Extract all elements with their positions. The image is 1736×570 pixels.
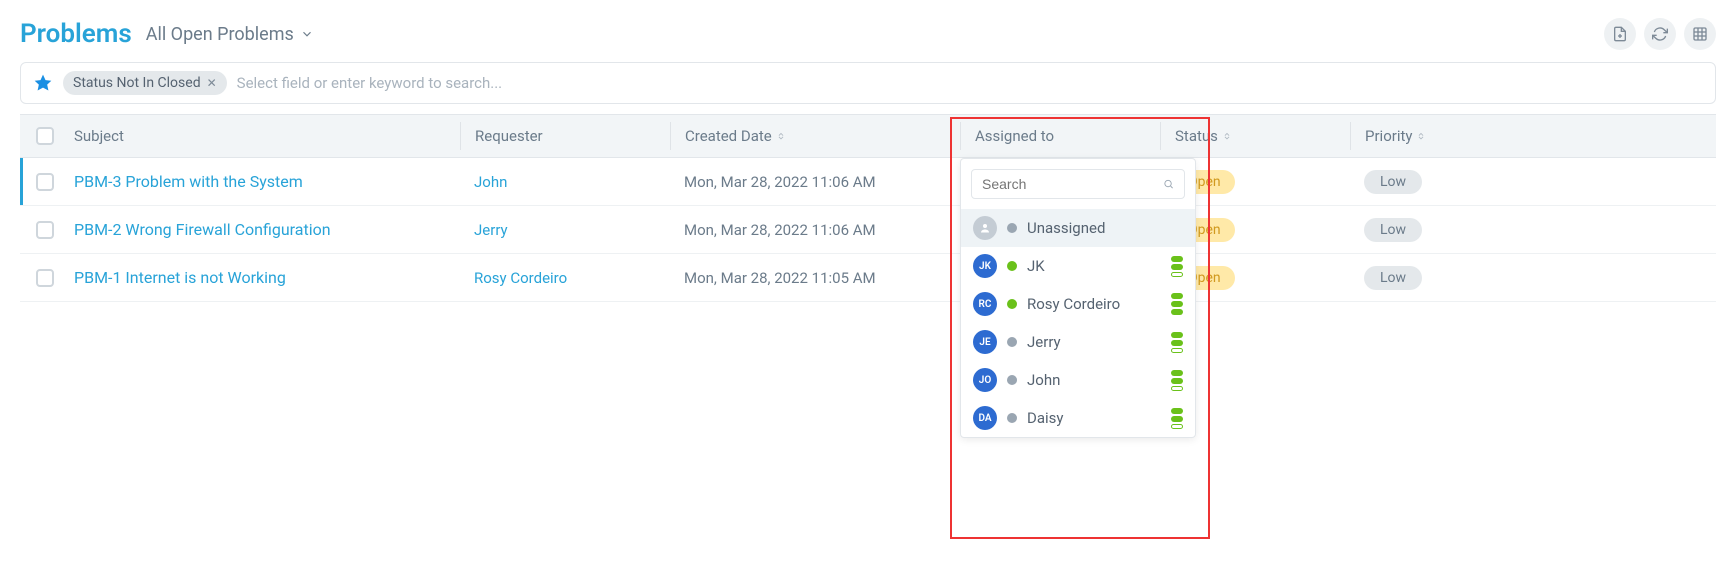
assignee-name: Daisy bbox=[1027, 409, 1161, 427]
filter-dropdown[interactable]: All Open Problems bbox=[146, 24, 314, 45]
filter-label: All Open Problems bbox=[146, 24, 294, 45]
select-all-cell bbox=[20, 127, 70, 145]
avatar: JE bbox=[973, 330, 997, 354]
subject-link[interactable]: PBM-3 Problem with the System bbox=[74, 172, 303, 191]
col-status[interactable]: Status bbox=[1160, 122, 1350, 150]
row-check-cell bbox=[20, 173, 70, 191]
capacity-indicator bbox=[1171, 332, 1183, 353]
star-icon[interactable] bbox=[33, 73, 53, 93]
created-date: Mon, Mar 28, 2022 11:06 AM bbox=[684, 173, 876, 191]
assignee-name: Unassigned bbox=[1027, 219, 1183, 237]
avatar: JK bbox=[973, 254, 997, 278]
capacity-indicator bbox=[1171, 256, 1183, 277]
assignee-option[interactable]: JE Jerry bbox=[961, 323, 1195, 361]
table-row[interactable]: PBM-1 Internet is not Working Rosy Corde… bbox=[20, 254, 1716, 302]
chevron-down-icon bbox=[300, 27, 314, 41]
dropdown-search[interactable] bbox=[971, 169, 1185, 199]
assignee-option[interactable]: JK JK bbox=[961, 247, 1195, 285]
assignee-option[interactable]: JO John bbox=[961, 361, 1195, 399]
requester-link[interactable]: John bbox=[474, 173, 507, 191]
table-row[interactable]: PBM-2 Wrong Firewall Configuration Jerry… bbox=[20, 206, 1716, 254]
dropdown-search-input[interactable] bbox=[982, 176, 1163, 192]
problems-table: Subject Requester Created Date Assigned … bbox=[20, 114, 1716, 302]
table-header: Subject Requester Created Date Assigned … bbox=[20, 114, 1716, 158]
col-priority[interactable]: Priority bbox=[1350, 122, 1716, 150]
document-plus-icon bbox=[1612, 26, 1628, 42]
chip-remove[interactable]: ✕ bbox=[207, 76, 217, 90]
row-checkbox[interactable] bbox=[36, 173, 54, 191]
created-date: Mon, Mar 28, 2022 11:06 AM bbox=[684, 221, 876, 239]
sort-icon bbox=[1416, 131, 1426, 141]
col-status-label: Status bbox=[1175, 127, 1218, 145]
avatar: RC bbox=[973, 292, 997, 316]
refresh-button[interactable] bbox=[1644, 18, 1676, 50]
created-date: Mon, Mar 28, 2022 11:05 AM bbox=[684, 269, 876, 287]
chip-text: Status Not In Closed bbox=[73, 75, 201, 91]
status-dot bbox=[1007, 261, 1017, 271]
refresh-icon bbox=[1652, 26, 1668, 42]
assignee-dropdown: Unassigned JK JK RC Rosy Cordeiro JE Jer… bbox=[960, 158, 1196, 438]
header-left: Problems All Open Problems bbox=[20, 19, 314, 49]
subject-link[interactable]: PBM-2 Wrong Firewall Configuration bbox=[74, 220, 331, 239]
assignee-name: John bbox=[1027, 371, 1161, 389]
capacity-indicator bbox=[1171, 408, 1183, 429]
search-icon bbox=[1163, 176, 1174, 192]
sort-icon bbox=[1222, 131, 1232, 141]
assignee-option[interactable]: RC Rosy Cordeiro bbox=[961, 285, 1195, 323]
row-check-cell bbox=[20, 269, 70, 287]
assignee-name: JK bbox=[1027, 257, 1161, 275]
filter-chip[interactable]: Status Not In Closed ✕ bbox=[63, 71, 227, 95]
avatar: JO bbox=[973, 368, 997, 392]
assignee-option[interactable]: Unassigned bbox=[961, 209, 1195, 247]
status-dot bbox=[1007, 375, 1017, 385]
row-checkbox[interactable] bbox=[36, 269, 54, 287]
page-title: Problems bbox=[20, 19, 132, 49]
status-dot bbox=[1007, 299, 1017, 309]
grid-icon bbox=[1692, 26, 1708, 42]
priority-badge: Low bbox=[1364, 218, 1422, 242]
row-checkbox[interactable] bbox=[36, 221, 54, 239]
row-check-cell bbox=[20, 221, 70, 239]
subject-link[interactable]: PBM-1 Internet is not Working bbox=[74, 268, 286, 287]
sort-icon bbox=[776, 131, 786, 141]
capacity-indicator bbox=[1171, 293, 1183, 315]
col-created-label: Created Date bbox=[685, 127, 772, 145]
search-input[interactable]: Select field or enter keyword to search.… bbox=[237, 74, 1703, 92]
capacity-indicator bbox=[1171, 370, 1183, 391]
col-created[interactable]: Created Date bbox=[670, 122, 960, 150]
requester-link[interactable]: Jerry bbox=[474, 221, 508, 239]
col-assigned[interactable]: Assigned to bbox=[960, 122, 1160, 150]
assignee-name: Rosy Cordeiro bbox=[1027, 295, 1161, 313]
select-all-checkbox[interactable] bbox=[36, 127, 54, 145]
col-subject[interactable]: Subject bbox=[70, 127, 460, 145]
col-requester[interactable]: Requester bbox=[460, 122, 670, 150]
page-header: Problems All Open Problems bbox=[0, 0, 1736, 62]
avatar: DA bbox=[973, 406, 997, 430]
priority-badge: Low bbox=[1364, 266, 1422, 290]
table-row[interactable]: PBM-3 Problem with the System John Mon, … bbox=[20, 158, 1716, 206]
header-actions bbox=[1604, 18, 1716, 50]
status-dot bbox=[1007, 223, 1017, 233]
assignee-name: Jerry bbox=[1027, 333, 1161, 351]
status-dot bbox=[1007, 413, 1017, 423]
col-priority-label: Priority bbox=[1365, 127, 1412, 145]
avatar bbox=[973, 216, 997, 240]
assignee-option[interactable]: DA Daisy bbox=[961, 399, 1195, 437]
requester-link[interactable]: Rosy Cordeiro bbox=[474, 269, 567, 287]
search-bar[interactable]: Status Not In Closed ✕ Select field or e… bbox=[20, 62, 1716, 104]
priority-badge: Low bbox=[1364, 170, 1422, 194]
columns-button[interactable] bbox=[1684, 18, 1716, 50]
new-button[interactable] bbox=[1604, 18, 1636, 50]
status-dot bbox=[1007, 337, 1017, 347]
